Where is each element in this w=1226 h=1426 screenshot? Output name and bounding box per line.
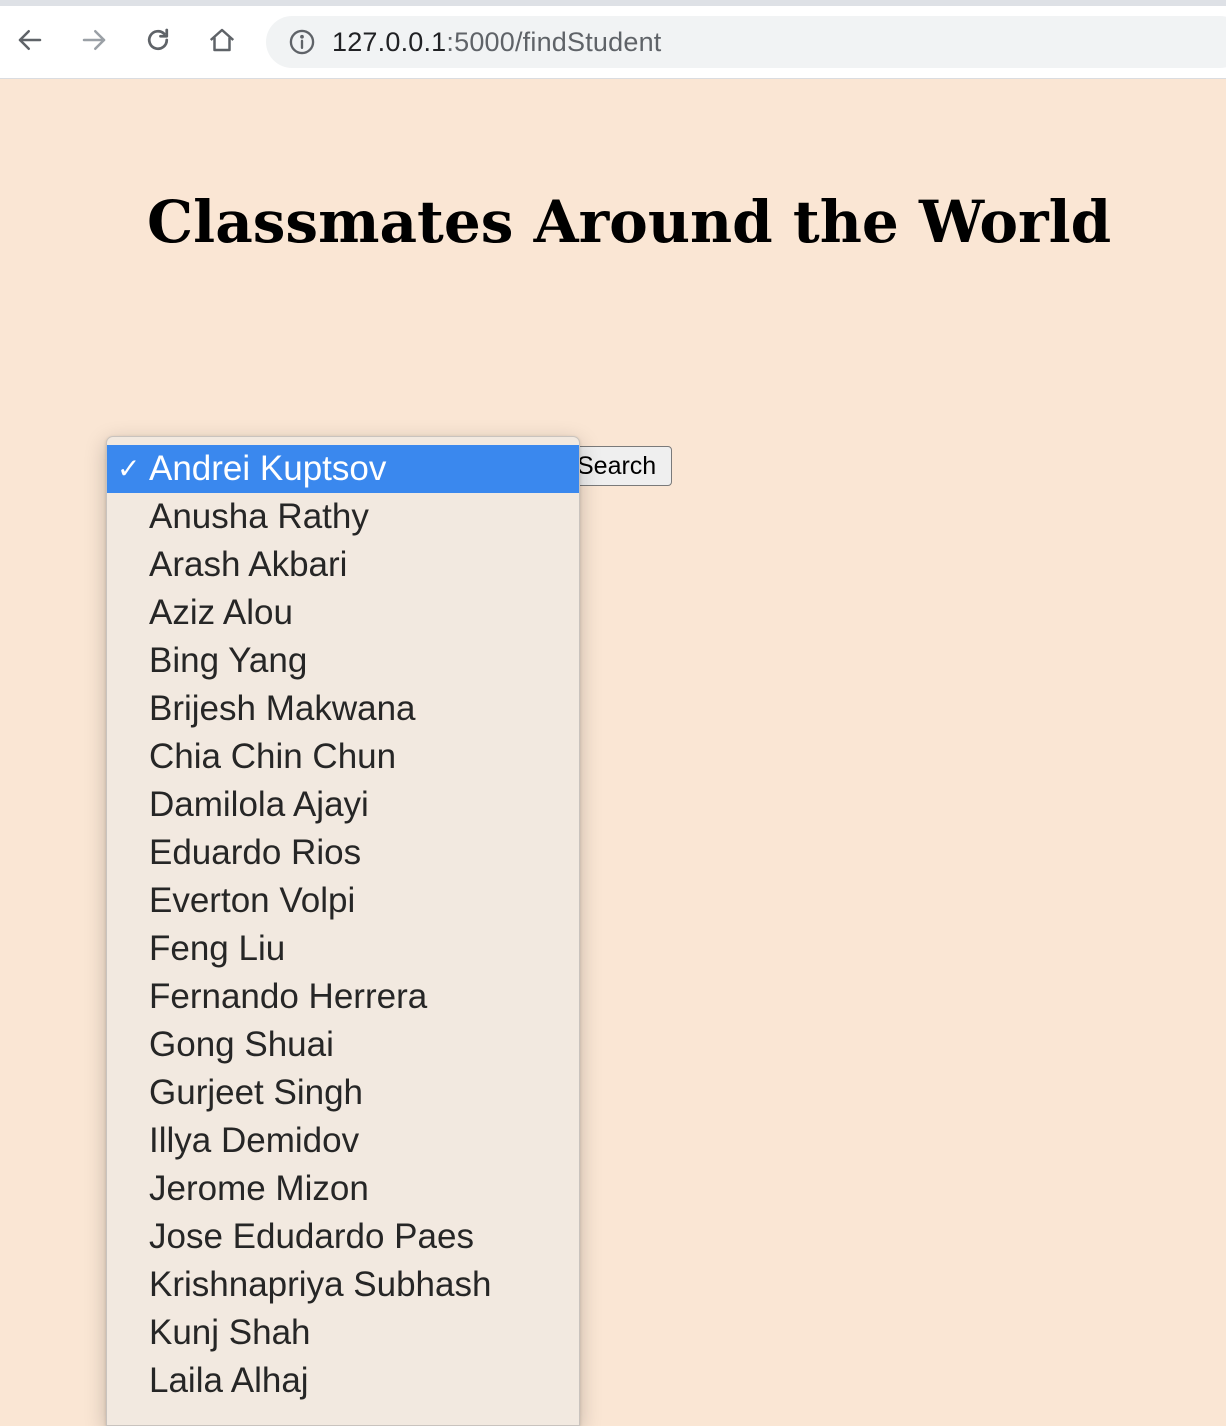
dropdown-option-label: Kunj Shah: [149, 1313, 311, 1352]
dropdown-option-label: Eduardo Rios: [149, 833, 362, 872]
dropdown-option-label: Arash Akbari: [149, 545, 348, 584]
home-button[interactable]: [204, 22, 240, 58]
forward-button[interactable]: [76, 22, 112, 58]
dropdown-option[interactable]: Krishnapriya Subhash: [107, 1261, 579, 1309]
dropdown-option[interactable]: Everton Volpi: [107, 877, 579, 925]
checkmark-icon: ✓: [117, 452, 141, 485]
dropdown-option[interactable]: Chia Chin Chun: [107, 733, 579, 781]
dropdown-option-label: Anusha Rathy: [149, 497, 369, 536]
info-icon[interactable]: [288, 28, 316, 56]
dropdown-option[interactable]: Anusha Rathy: [107, 493, 579, 541]
dropdown-option[interactable]: Feng Liu: [107, 925, 579, 973]
dropdown-option[interactable]: Brijesh Makwana: [107, 685, 579, 733]
dropdown-option[interactable]: Arash Akbari: [107, 541, 579, 589]
page-title: Classmates Around the World: [147, 188, 1112, 256]
reload-button[interactable]: [140, 22, 176, 58]
home-icon: [209, 28, 235, 52]
dropdown-option-label: Everton Volpi: [149, 881, 356, 920]
dropdown-option-label: Bing Yang: [149, 641, 308, 680]
dropdown-option-label: Chia Chin Chun: [149, 737, 397, 776]
dropdown-option[interactable]: Laila Alhaj: [107, 1357, 579, 1405]
reload-icon: [147, 28, 169, 51]
dropdown-option[interactable]: Damilola Ajayi: [107, 781, 579, 829]
dropdown-option[interactable]: Gurjeet Singh: [107, 1069, 579, 1117]
dropdown-option-label: Illya Demidov: [149, 1121, 360, 1160]
dropdown-option-label: Aziz Alou: [149, 593, 293, 632]
browser-toolbar: 127.0.0.1:5000/findStudent: [0, 6, 1226, 79]
arrow-left-icon: [18, 30, 42, 50]
dropdown-option-label: Feng Liu: [149, 929, 286, 968]
dropdown-option-label: Jerome Mizon: [149, 1169, 369, 1208]
dropdown-option-label: Gong Shuai: [149, 1025, 334, 1064]
back-button[interactable]: [12, 22, 48, 58]
dropdown-option-label: Fernando Herrera: [149, 977, 428, 1016]
dropdown-option[interactable]: Eduardo Rios: [107, 829, 579, 877]
url-text: 127.0.0.1:5000/findStudent: [332, 27, 661, 58]
dropdown-option-label: Andrei Kuptsov: [149, 449, 387, 488]
dropdown-option[interactable]: Fernando Herrera: [107, 973, 579, 1021]
url-host: 127.0.0.1: [332, 26, 447, 57]
dropdown-option[interactable]: Kunj Shah: [107, 1309, 579, 1357]
dropdown-option-label: Jose Edudardo Paes: [149, 1217, 474, 1256]
dropdown-option[interactable]: Jerome Mizon: [107, 1165, 579, 1213]
dropdown-option[interactable]: Jose Edudardo Paes: [107, 1213, 579, 1261]
dropdown-option-selected[interactable]: ✓ Andrei Kuptsov: [107, 445, 579, 493]
address-bar[interactable]: 127.0.0.1:5000/findStudent: [266, 16, 1226, 68]
dropdown-option-label: Brijesh Makwana: [149, 689, 416, 728]
dropdown-option-label: Damilola Ajayi: [149, 785, 369, 824]
dropdown-option[interactable]: Illya Demidov: [107, 1117, 579, 1165]
dropdown-option-label: Laila Alhaj: [149, 1361, 309, 1400]
dropdown-option[interactable]: Aziz Alou: [107, 589, 579, 637]
student-select-dropdown[interactable]: ✓ Andrei Kuptsov Anusha Rathy Arash Akbari A…: [106, 436, 580, 1426]
dropdown-option-label: Krishnapriya Subhash: [149, 1265, 492, 1304]
url-path: :5000/findStudent: [446, 26, 662, 57]
dropdown-option-label: Gurjeet Singh: [149, 1073, 364, 1112]
arrow-right-icon: [82, 30, 106, 50]
dropdown-option[interactable]: Bing Yang: [107, 637, 579, 685]
dropdown-option[interactable]: Gong Shuai: [107, 1021, 579, 1069]
